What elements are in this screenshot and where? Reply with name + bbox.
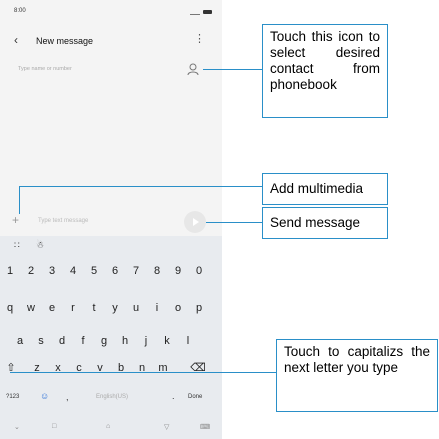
nav-collapse-icon[interactable]: ⌄ — [14, 423, 20, 431]
compose-bar: + Type text message — [0, 206, 222, 236]
nav-back-icon[interactable]: ▽ — [164, 423, 169, 431]
keyboard-toolbar: ∷ ☃ — [0, 236, 222, 254]
letter-row-2: a s d f g h j k l — [0, 330, 222, 352]
key-c[interactable]: c — [71, 357, 87, 379]
recipient-field[interactable]: Type name or number — [0, 58, 222, 82]
emoji-icon[interactable]: ☺ — [40, 391, 49, 401]
key-u[interactable]: u — [128, 297, 144, 319]
key-l[interactable]: l — [180, 330, 196, 352]
key-6[interactable]: 6 — [107, 260, 123, 282]
callout-line-multimedia-h — [19, 186, 262, 187]
key-a[interactable]: a — [12, 330, 28, 352]
key-0[interactable]: 0 — [191, 260, 207, 282]
person-icon[interactable] — [186, 62, 200, 76]
page-title: New message — [36, 36, 94, 46]
key-g[interactable]: g — [96, 330, 112, 352]
message-input[interactable]: Type text message — [38, 218, 88, 224]
back-arrow-icon[interactable]: ‹ — [14, 33, 18, 47]
status-bar: 8:00 — [0, 0, 222, 24]
status-icons — [190, 9, 212, 15]
recipient-placeholder: Type name or number — [18, 66, 72, 72]
key-o[interactable]: o — [170, 297, 186, 319]
key-k[interactable]: k — [159, 330, 175, 352]
keyboard-sticker-icon[interactable]: ☃ — [36, 240, 44, 251]
key-v[interactable]: v — [92, 357, 108, 379]
callout-send: Send message — [262, 207, 388, 239]
key-w[interactable]: w — [23, 297, 39, 319]
add-attachment-button[interactable]: + — [12, 214, 19, 226]
key-d[interactable]: d — [54, 330, 70, 352]
shift-key[interactable]: ⇧ — [3, 357, 19, 379]
keyboard: ∷ ☃ 1 2 3 4 5 6 7 8 9 0 q w e r t y u i … — [0, 236, 222, 439]
key-q[interactable]: q — [2, 297, 18, 319]
key-9[interactable]: 9 — [170, 260, 186, 282]
keyboard-grid-icon[interactable]: ∷ — [14, 240, 20, 251]
key-i[interactable]: i — [149, 297, 165, 319]
space-key[interactable]: English(US) — [96, 394, 128, 400]
backspace-key[interactable]: ⌫ — [190, 357, 206, 379]
callout-multimedia: Add multimedia — [262, 173, 388, 205]
callout-line-contact — [203, 69, 262, 70]
key-h[interactable]: h — [117, 330, 133, 352]
key-f[interactable]: f — [75, 330, 91, 352]
key-5[interactable]: 5 — [86, 260, 102, 282]
key-x[interactable]: x — [50, 357, 66, 379]
key-m[interactable]: m — [155, 357, 171, 379]
letter-row-3: ⇧ z x c v b n m ⌫ — [0, 357, 222, 379]
callout-line-multimedia-v — [19, 186, 20, 214]
status-time: 8:00 — [14, 8, 26, 14]
key-t[interactable]: t — [86, 297, 102, 319]
callout-send-text: Send message — [270, 215, 361, 230]
key-2[interactable]: 2 — [23, 260, 39, 282]
callout-line-send — [206, 222, 262, 223]
nav-keyboard-icon[interactable]: ⌨ — [200, 423, 210, 431]
symbols-key[interactable]: ?123 — [6, 394, 19, 400]
key-b[interactable]: b — [113, 357, 129, 379]
key-4[interactable]: 4 — [65, 260, 81, 282]
more-vert-icon[interactable]: ⋮ — [194, 32, 205, 45]
key-r[interactable]: r — [65, 297, 81, 319]
key-z[interactable]: z — [29, 357, 45, 379]
nav-square-icon[interactable]: □ — [52, 423, 56, 430]
key-8[interactable]: 8 — [149, 260, 165, 282]
key-j[interactable]: j — [138, 330, 154, 352]
key-7[interactable]: 7 — [128, 260, 144, 282]
letter-row-1: q w e r t y u i o p — [0, 297, 222, 319]
callout-line-shift — [10, 372, 276, 373]
function-row: ?123 ☺ , English(US) . Done — [0, 386, 222, 408]
signal-icon — [190, 9, 200, 15]
battery-icon — [203, 10, 212, 14]
number-row: 1 2 3 4 5 6 7 8 9 0 — [0, 260, 222, 282]
callout-multimedia-text: Add multimedia — [270, 181, 364, 196]
key-e[interactable]: e — [44, 297, 60, 319]
nav-home-icon[interactable]: ⌂ — [106, 423, 110, 430]
key-s[interactable]: s — [33, 330, 49, 352]
done-key[interactable]: Done — [188, 394, 202, 400]
period-key[interactable]: . — [172, 391, 175, 401]
key-1[interactable]: 1 — [2, 260, 18, 282]
key-n[interactable]: n — [134, 357, 150, 379]
callout-shift: Touch to capitalizs the next letter you … — [276, 339, 438, 412]
key-p[interactable]: p — [191, 297, 207, 319]
navigation-bar: ⌄ □ ⌂ ▽ ⌨ — [0, 420, 222, 439]
callout-shift-text: Touch to capitalizs the next letter you … — [284, 344, 430, 375]
comma-key[interactable]: , — [66, 392, 69, 402]
key-3[interactable]: 3 — [44, 260, 60, 282]
key-y[interactable]: y — [107, 297, 123, 319]
callout-contact: Touch this icon to select desired contac… — [262, 24, 388, 118]
callout-contact-text: Touch this icon to select desired contac… — [270, 29, 380, 92]
send-button[interactable] — [184, 211, 206, 233]
phone-screen: 8:00 ‹ New message ⋮ Type name or number… — [0, 0, 222, 439]
app-header: ‹ New message ⋮ — [0, 30, 222, 54]
